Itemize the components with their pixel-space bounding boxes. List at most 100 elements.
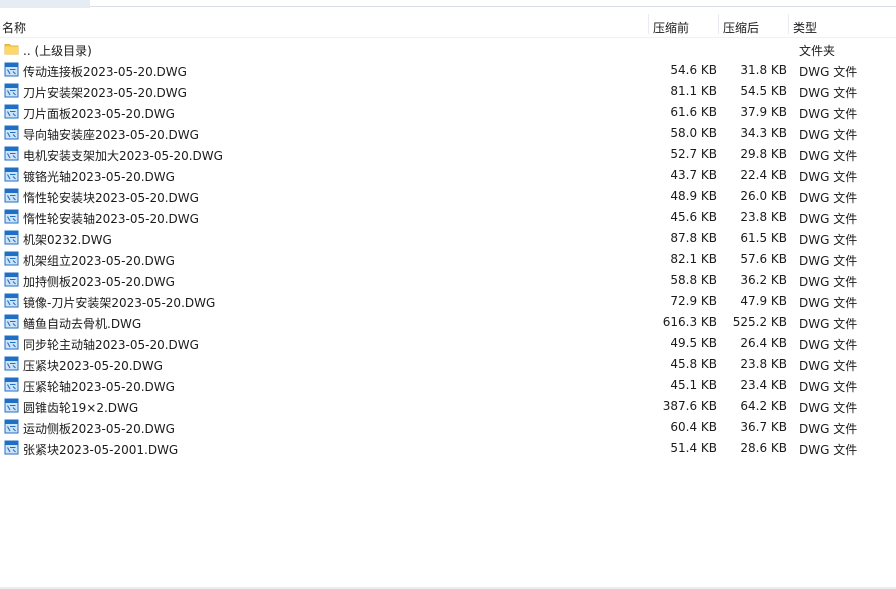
file-size-before: 60.4 KB (670, 420, 717, 434)
file-size-before: 58.0 KB (670, 126, 717, 140)
file-row[interactable]: 镜像-刀片安装架2023-05-20.DWG 72.9 KB 47.9 KB DWG … (0, 290, 896, 311)
column-header-before[interactable]: 压缩前 (653, 19, 689, 36)
file-type: DWG 文件 (799, 359, 858, 373)
top-strip-line (90, 6, 896, 7)
column-header-after[interactable]: 压缩后 (723, 19, 759, 36)
file-row[interactable]: 圆锥齿轮19×2.DWG 387.6 KB 64.2 KB DWG 文件 (0, 395, 896, 416)
file-size-before: 82.1 KB (670, 252, 717, 266)
file-size-after: 31.8 KB (740, 63, 787, 77)
file-size-after: 34.3 KB (740, 126, 787, 140)
column-header-name[interactable]: 名称 (2, 19, 26, 36)
file-size-after: 61.5 KB (740, 231, 787, 245)
file-type: DWG 文件 (799, 170, 858, 184)
file-name: 惰性轮安装块2023-05-20.DWG (23, 191, 199, 205)
file-name: 压紧块2023-05-20.DWG (23, 359, 163, 373)
file-size-before: 61.6 KB (670, 105, 717, 119)
file-size-before: 72.9 KB (670, 294, 717, 308)
file-row[interactable]: 惰性轮安装轴2023-05-20.DWG 45.6 KB 23.8 KB DWG 文件 (0, 206, 896, 227)
column-divider[interactable] (718, 14, 719, 34)
file-name: 同步轮主动轴2023-05-20.DWG (23, 338, 199, 352)
file-name: 张紧块2023-05-2001.DWG (23, 443, 179, 457)
file-size-after: 26.0 KB (740, 189, 787, 203)
file-type: DWG 文件 (799, 149, 858, 163)
file-type: DWG 文件 (799, 107, 858, 121)
file-size-after: 28.6 KB (740, 441, 787, 455)
file-size-after: 37.9 KB (740, 105, 787, 119)
file-name: 刀片安装架2023-05-20.DWG (23, 86, 187, 100)
dwg-file-icon (4, 398, 19, 413)
file-row[interactable]: 同步轮主动轴2023-05-20.DWG 49.5 KB 26.4 KB DWG 文件 (0, 332, 896, 353)
dwg-file-icon (4, 167, 19, 182)
file-size-after: 54.5 KB (740, 84, 787, 98)
file-size-after: 36.7 KB (740, 420, 787, 434)
file-row[interactable]: 传动连接板2023-05-20.DWG 54.6 KB 31.8 KB DWG 文件 (0, 59, 896, 80)
file-name: 加持侧板2023-05-20.DWG (23, 275, 175, 289)
file-size-after: 29.8 KB (740, 147, 787, 161)
file-row[interactable]: 刀片安装架2023-05-20.DWG 81.1 KB 54.5 KB DWG 文件 (0, 80, 896, 101)
file-row[interactable]: 惰性轮安装块2023-05-20.DWG 48.9 KB 26.0 KB DWG 文件 (0, 185, 896, 206)
dwg-file-icon (4, 125, 19, 140)
file-row[interactable]: 刀片面板2023-05-20.DWG 61.6 KB 37.9 KB DWG 文件 (0, 101, 896, 122)
dwg-file-icon (4, 272, 19, 287)
file-type: DWG 文件 (799, 422, 858, 436)
file-type: DWG 文件 (799, 401, 858, 415)
file-size-before: 54.6 KB (670, 63, 717, 77)
file-row[interactable]: 压紧轮轴2023-05-20.DWG 45.1 KB 23.4 KB DWG 文件 (0, 374, 896, 395)
file-size-after: 22.4 KB (740, 168, 787, 182)
dwg-file-icon (4, 314, 19, 329)
file-name: 机架0232.DWG (23, 233, 112, 247)
file-type: DWG 文件 (799, 86, 858, 100)
file-type: DWG 文件 (799, 233, 858, 247)
parent-directory-row[interactable]: .. (上级目录) 文件夹 (0, 38, 896, 59)
dwg-file-icon (4, 146, 19, 161)
file-size-after: 23.8 KB (740, 210, 787, 224)
file-type: DWG 文件 (799, 296, 858, 310)
file-size-before: 48.9 KB (670, 189, 717, 203)
file-size-before: 52.7 KB (670, 147, 717, 161)
dwg-file-icon (4, 251, 19, 266)
file-name: 镀铬光轴2023-05-20.DWG (23, 170, 175, 184)
file-type: DWG 文件 (799, 275, 858, 289)
file-row[interactable]: 压紧块2023-05-20.DWG 45.8 KB 23.8 KB DWG 文件 (0, 353, 896, 374)
parent-directory-type: 文件夹 (799, 44, 836, 58)
file-size-after: 23.4 KB (740, 378, 787, 392)
file-size-before: 58.8 KB (670, 273, 717, 287)
file-row[interactable]: 鳝鱼自动去骨机.DWG 616.3 KB 525.2 KB DWG 文件 (0, 311, 896, 332)
dwg-file-icon (4, 335, 19, 350)
file-size-before: 45.8 KB (670, 357, 717, 371)
file-size-before: 81.1 KB (670, 84, 717, 98)
file-type: DWG 文件 (799, 443, 858, 457)
file-size-before: 45.6 KB (670, 210, 717, 224)
file-name: 刀片面板2023-05-20.DWG (23, 107, 175, 121)
file-size-after: 57.6 KB (740, 252, 787, 266)
dwg-file-icon (4, 83, 19, 98)
file-row[interactable]: 张紧块2023-05-2001.DWG 51.4 KB 28.6 KB DWG 文件 (0, 437, 896, 458)
file-type: DWG 文件 (799, 317, 858, 331)
file-row[interactable]: 导向轴安装座2023-05-20.DWG 58.0 KB 34.3 KB DWG 文件 (0, 122, 896, 143)
file-row[interactable]: 机架0232.DWG 87.8 KB 61.5 KB DWG 文件 (0, 227, 896, 248)
dwg-file-icon (4, 209, 19, 224)
column-divider[interactable] (648, 14, 649, 34)
file-name: 电机安装支架加大2023-05-20.DWG (23, 149, 223, 163)
file-type: DWG 文件 (799, 65, 858, 79)
file-size-after: 525.2 KB (732, 315, 787, 329)
dwg-file-icon (4, 104, 19, 119)
file-row[interactable]: 镀铬光轴2023-05-20.DWG 43.7 KB 22.4 KB DWG 文件 (0, 164, 896, 185)
file-size-after: 47.9 KB (740, 294, 787, 308)
file-type: DWG 文件 (799, 191, 858, 205)
file-size-after: 23.8 KB (740, 357, 787, 371)
dwg-file-icon (4, 377, 19, 392)
file-size-after: 64.2 KB (740, 399, 787, 413)
file-size-after: 26.4 KB (740, 336, 787, 350)
file-row[interactable]: 运动侧板2023-05-20.DWG 60.4 KB 36.7 KB DWG 文件 (0, 416, 896, 437)
column-header-type[interactable]: 类型 (793, 19, 817, 36)
file-size-before: 87.8 KB (670, 231, 717, 245)
parent-directory-label: .. (上级目录) (23, 44, 92, 58)
file-row[interactable]: 电机安装支架加大2023-05-20.DWG 52.7 KB 29.8 KB DWG … (0, 143, 896, 164)
file-row[interactable]: 加持侧板2023-05-20.DWG 58.8 KB 36.2 KB DWG 文件 (0, 269, 896, 290)
file-size-before: 51.4 KB (670, 441, 717, 455)
file-row[interactable]: 机架组立2023-05-20.DWG 82.1 KB 57.6 KB DWG 文件 (0, 248, 896, 269)
column-divider[interactable] (788, 14, 789, 34)
file-name: 运动侧板2023-05-20.DWG (23, 422, 175, 436)
dwg-file-icon (4, 293, 19, 308)
